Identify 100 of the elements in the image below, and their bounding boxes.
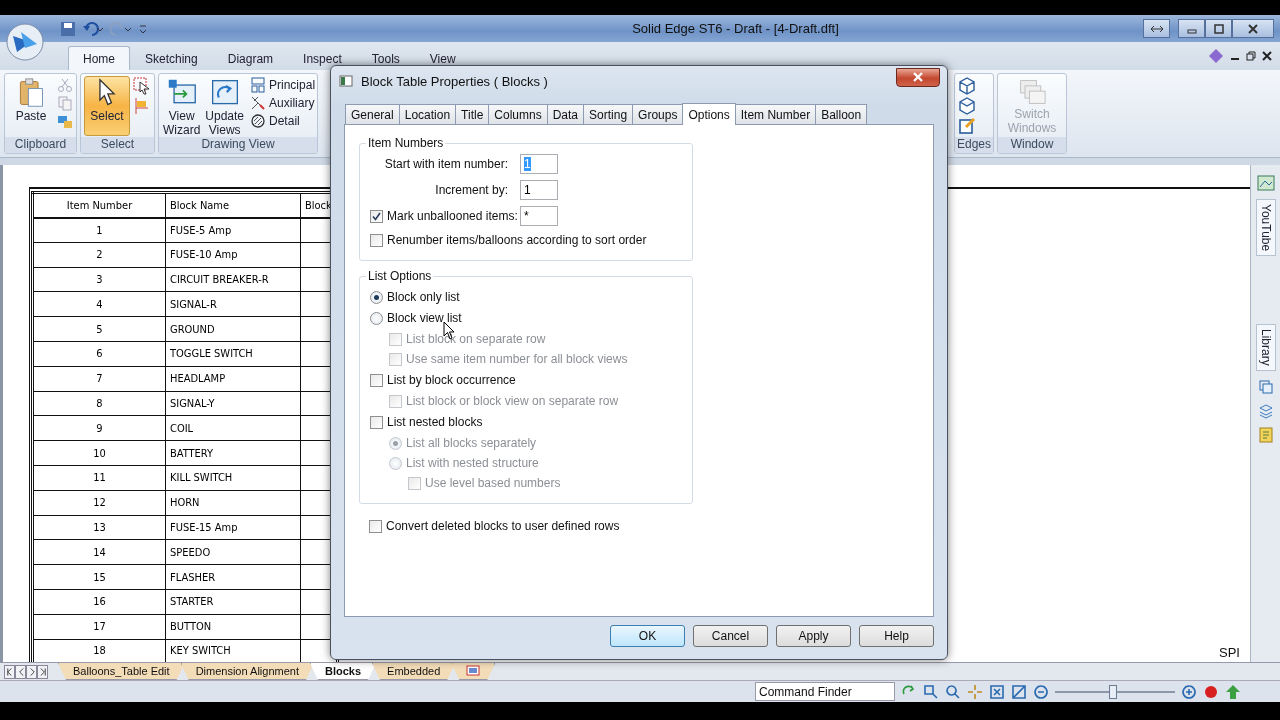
checkbox-label: List block on separate row — [406, 332, 546, 346]
dialog-button[interactable]: Cancel — [693, 625, 768, 647]
edit-sheet-icon[interactable] — [958, 117, 976, 135]
dialog-button[interactable]: OK — [610, 625, 685, 647]
checkbox[interactable] — [370, 373, 383, 387]
auxiliary-view-icon — [250, 95, 267, 111]
sheet-nav-button[interactable] — [15, 665, 26, 679]
radio-label: Block only list — [387, 290, 460, 304]
window-title: Solid Edge ST6 - Draft - [4-Draft.dft] — [631, 21, 840, 36]
fit-view-icon[interactable] — [989, 683, 1005, 700]
dialog-tab[interactable]: Groups — [632, 104, 684, 124]
table-cell: 17 — [32, 614, 166, 640]
stack-icon[interactable] — [1257, 402, 1274, 419]
dialog-tab[interactable]: Balloon — [815, 104, 868, 124]
restore-icon[interactable] — [1246, 51, 1256, 61]
magnifier-icon[interactable] — [945, 683, 961, 700]
checkbox[interactable] — [370, 233, 383, 247]
radio-button[interactable] — [370, 311, 383, 325]
ribbon-tab[interactable]: Sketching — [130, 46, 213, 70]
ribbon-small-button[interactable]: Detail — [248, 113, 318, 129]
dialog-tab[interactable]: Data — [546, 104, 585, 124]
sheet-tab[interactable] — [451, 663, 496, 680]
restore-icon — [1213, 23, 1224, 34]
ribbon-tab[interactable]: View — [414, 46, 471, 70]
format-painter-icon[interactable] — [57, 113, 73, 129]
dialog-button[interactable]: Apply — [776, 625, 851, 647]
image-icon[interactable] — [1256, 175, 1275, 191]
command-finder-field[interactable]: Command Finder — [755, 682, 895, 701]
table-cell: 5 — [32, 316, 166, 342]
slider-thumb[interactable] — [1108, 684, 1117, 699]
radio-label: List all blocks separately — [406, 436, 537, 450]
ribbon-small-button[interactable]: Auxiliary — [248, 95, 318, 111]
dialog-tab[interactable]: Location — [398, 104, 457, 124]
cube-icon[interactable] — [958, 97, 976, 115]
note-icon[interactable] — [1257, 426, 1274, 443]
checkbox-label: Renumber items/balloons according to sort order — [387, 233, 647, 247]
sheet-icon — [466, 664, 481, 676]
checkbox[interactable] — [369, 519, 382, 533]
dialog-tab[interactable]: Sorting — [583, 104, 634, 124]
swap-button[interactable] — [1143, 19, 1170, 38]
save-icon[interactable] — [60, 20, 76, 37]
table-cell: STARTER — [165, 589, 301, 615]
table-cell: 8 — [32, 391, 166, 416]
sheet-nav-button[interactable] — [26, 665, 37, 679]
ribbon-button[interactable]: Select — [84, 76, 130, 136]
radio-label: Block view list — [387, 311, 462, 325]
drawing-text: SPI — [1219, 645, 1240, 660]
ribbon-tab[interactable]: Home — [68, 46, 130, 70]
ribbon-small-button[interactable]: Principal — [248, 77, 318, 93]
close-button[interactable] — [896, 67, 940, 87]
checkbox[interactable] — [370, 209, 383, 223]
checkbox[interactable] — [370, 415, 383, 429]
undo-icon[interactable] — [82, 20, 104, 37]
sheet-nav-button[interactable] — [4, 665, 15, 679]
sparkle-icon[interactable] — [967, 683, 983, 700]
table-cell: 6 — [32, 341, 166, 367]
close-icon[interactable] — [1262, 51, 1272, 61]
dialog-tab[interactable]: Title — [455, 104, 490, 124]
maximize-button[interactable] — [1205, 19, 1232, 38]
input-field[interactable]: 1 — [520, 180, 558, 200]
ribbon-tab[interactable]: Inspect — [288, 46, 357, 70]
select-box-icon[interactable] — [133, 77, 151, 95]
scissors-icon[interactable] — [57, 77, 73, 93]
shade-icon[interactable] — [1011, 683, 1027, 700]
side-panel-tab[interactable]: Library — [1255, 324, 1276, 371]
zoom-out-icon[interactable] — [1033, 683, 1049, 700]
dialog-tab[interactable]: Options — [682, 103, 736, 125]
up-arrow-icon[interactable] — [1225, 683, 1241, 700]
ribbon-tab[interactable]: Diagram — [212, 46, 289, 70]
cube-icon[interactable] — [958, 77, 976, 95]
table-cell: 16 — [32, 589, 166, 615]
dialog-tab[interactable]: Columns — [488, 104, 548, 124]
layers-icon[interactable] — [1257, 378, 1274, 395]
sheet-tab[interactable]: Balloons_Table Edit — [58, 663, 185, 680]
detail-view-icon — [250, 113, 267, 129]
table-cell: FUSE-10 Amp — [165, 242, 301, 268]
input-field[interactable]: * — [520, 206, 558, 226]
zoom-slider[interactable] — [1055, 684, 1175, 699]
field-label: Increment by: — [434, 183, 509, 197]
windows-stack-icon — [1017, 78, 1047, 106]
ribbon-button[interactable]: View Wizard — [162, 76, 202, 140]
zoom-in-icon[interactable] — [1181, 683, 1197, 700]
close-button[interactable] — [1232, 19, 1274, 38]
dialog-tab[interactable]: Item Number — [734, 104, 817, 124]
ribbon-tab[interactable]: Tools — [356, 46, 415, 70]
dialog-tab[interactable]: General — [345, 104, 400, 124]
ribbon-button[interactable]: Update Views — [204, 76, 246, 140]
ribbon-button[interactable]: Paste — [8, 76, 54, 126]
help-icon[interactable] — [1208, 48, 1224, 64]
table-cell: SPEEDO — [165, 539, 301, 565]
record-icon[interactable] — [1203, 683, 1219, 700]
side-panel-tab[interactable]: YouTube — [1255, 199, 1276, 257]
sheet-nav-button[interactable] — [37, 665, 48, 679]
sheet-tab[interactable]: Dimension Alignment — [180, 663, 314, 680]
table-cell: BUTTON — [165, 614, 301, 640]
zoom-area-icon[interactable] — [923, 683, 939, 700]
dialog-title: Block Table Properties ( Blocks ) — [361, 73, 548, 89]
minimize-button[interactable] — [1178, 19, 1205, 38]
dialog-button[interactable]: Help — [859, 625, 934, 647]
radio-button[interactable] — [370, 290, 383, 304]
